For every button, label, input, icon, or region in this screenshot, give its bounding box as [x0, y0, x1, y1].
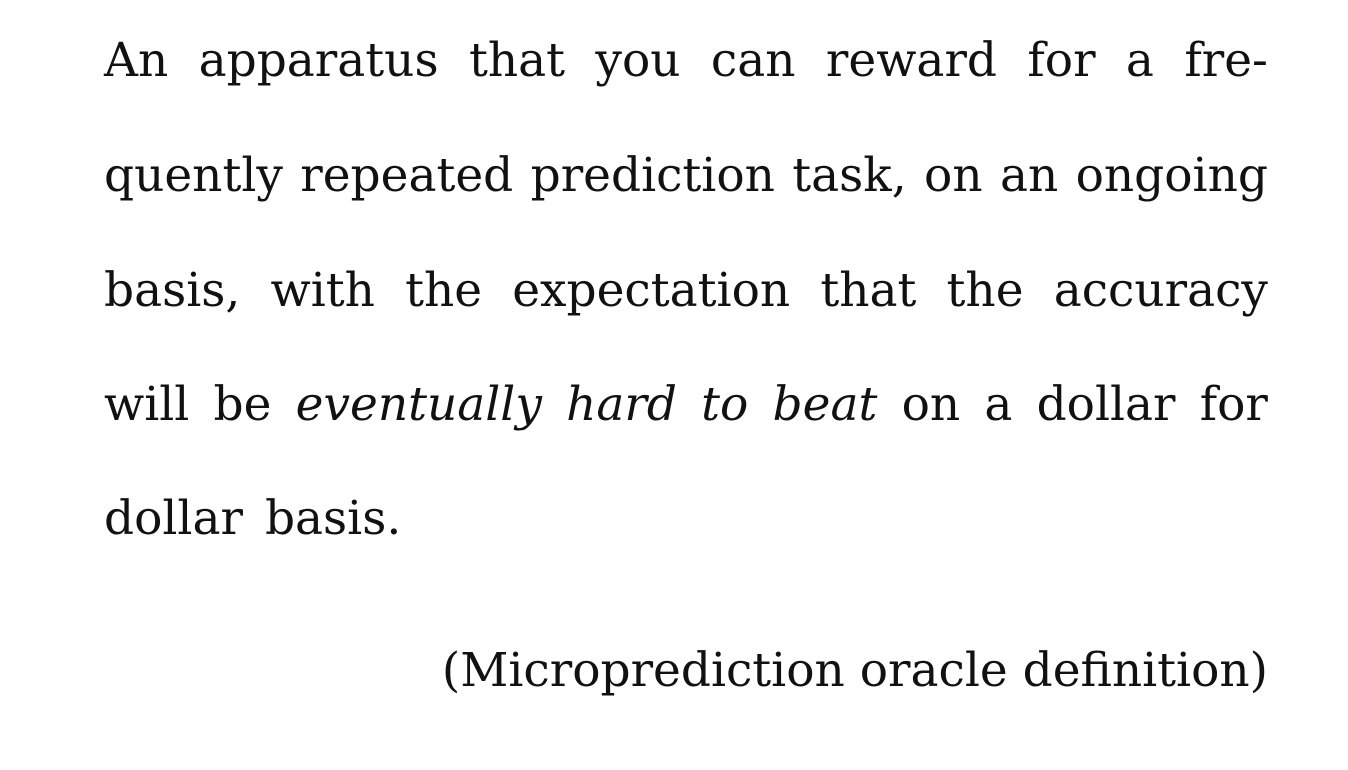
quote-word: for [1199, 377, 1268, 432]
quote-word: accuracy [1053, 263, 1268, 318]
quote-word: that [468, 33, 566, 88]
quote-line: An apparatus that you can reward for a f… [104, 26, 1268, 96]
quote-word: with [270, 263, 375, 318]
quote-word: basis, [104, 263, 241, 318]
quote-word: a [1125, 33, 1154, 88]
emphasis-word: beat [772, 377, 878, 432]
quote-line: will be eventually hard to beat on a dol… [104, 370, 1268, 440]
quote-line: quently repeated prediction task, on an … [104, 141, 1268, 211]
quote-word: An [104, 33, 169, 88]
quote-word: for [1027, 33, 1096, 88]
quote-word: dollar [104, 491, 243, 546]
quote-word: quently [104, 148, 283, 203]
quote-word: fre- [1184, 33, 1268, 88]
quote-word: dollar [1036, 377, 1176, 432]
quote-word: ongoing [1075, 148, 1268, 203]
quote-word: will [104, 377, 190, 432]
quote-line: basis, with the expectation that the acc… [104, 256, 1268, 326]
quote-word: can [710, 33, 796, 88]
quote-word: on [901, 377, 961, 432]
emphasis-word: hard [566, 377, 677, 432]
emphasis-word: eventually [295, 377, 542, 432]
quote-word: the [405, 263, 483, 318]
quote-word: the [946, 263, 1024, 318]
quote-word: task, [792, 148, 907, 203]
quote-word: an [999, 148, 1059, 203]
quote-word: that [820, 263, 917, 318]
quote-word: apparatus [198, 33, 439, 88]
emphasis-word: to [701, 377, 749, 432]
quote-word: be [213, 377, 272, 432]
quote-word: expectation [512, 263, 791, 318]
quote-word: prediction [530, 148, 775, 203]
quote-word: basis. [264, 491, 402, 546]
quote-word: you [595, 33, 681, 88]
quote-line: dollar basis. [104, 484, 1268, 554]
quote-word: on [924, 148, 983, 203]
definition-caption: (Microprediction oracle definition) [441, 643, 1268, 698]
quote-word: repeated [300, 148, 514, 203]
quote-word: reward [825, 33, 997, 88]
quote-word: a [984, 377, 1013, 432]
